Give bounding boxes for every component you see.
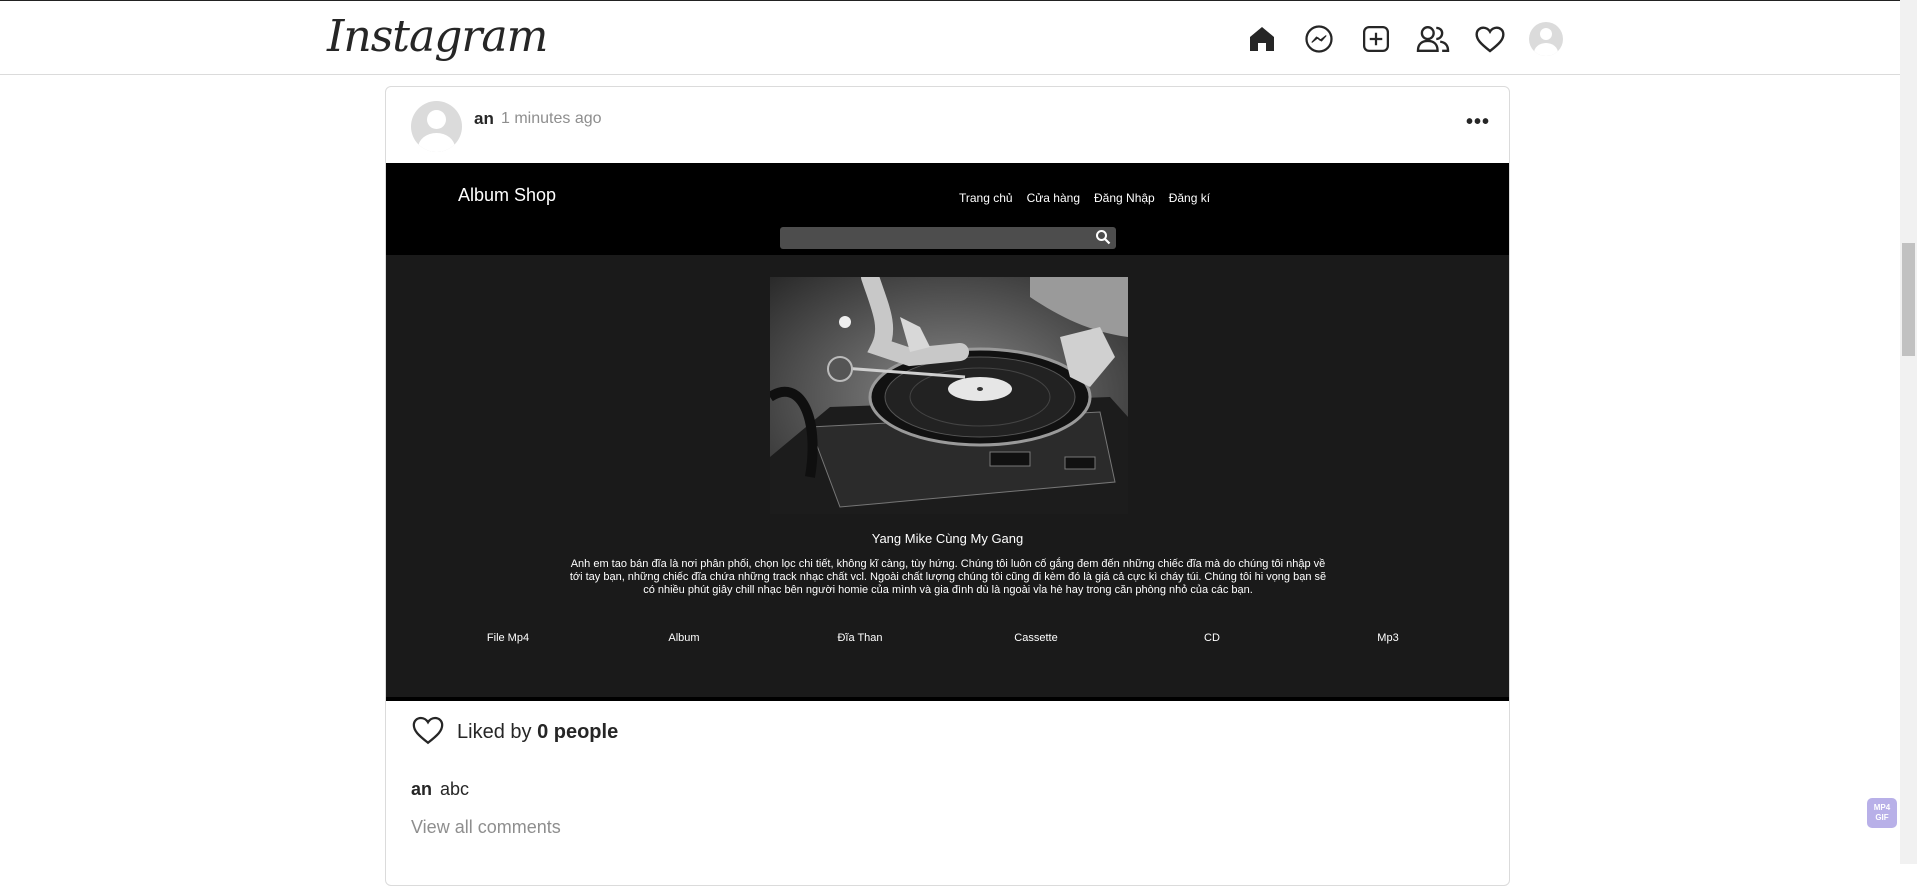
- shop-header: Album Shop Trang chủ Cửa hàng Đăng Nhập …: [386, 165, 1509, 255]
- nav-icons: [1244, 21, 1563, 56]
- instagram-logo[interactable]: Instagram: [327, 11, 548, 62]
- messenger-icon[interactable]: [1301, 21, 1336, 56]
- category-item: Đĩa Than: [837, 632, 883, 644]
- song-description: Anh em tao bán đĩa là nơi phân phối, chọ…: [569, 558, 1327, 596]
- scrollbar-thumb[interactable]: [1902, 243, 1915, 356]
- likes-text: Liked by 0 people: [457, 721, 618, 744]
- shop-nav-item: Đăng kí: [1168, 191, 1211, 205]
- search-icon: [1095, 229, 1111, 250]
- post-card: an 1 minutes ago ••• Album Shop Trang ch…: [385, 86, 1510, 886]
- shop-nav: Trang chủ Cửa hàng Đăng Nhập Đăng kí: [959, 191, 1210, 205]
- people-icon[interactable]: [1415, 21, 1450, 56]
- post-image[interactable]: Album Shop Trang chủ Cửa hàng Đăng Nhập …: [386, 163, 1509, 701]
- view-all-comments-link[interactable]: View all comments: [411, 817, 561, 838]
- post-time: 1 minutes ago: [501, 110, 602, 127]
- category-item: CD: [1204, 632, 1220, 644]
- heart-icon[interactable]: [1472, 21, 1507, 56]
- mp4-gif-extension-badge[interactable]: MP4 GIF: [1867, 798, 1897, 828]
- page-scrollbar[interactable]: [1900, 0, 1917, 864]
- author-name[interactable]: an: [474, 109, 494, 129]
- likes-count[interactable]: 0 people: [537, 721, 618, 743]
- category-item: File Mp4: [486, 632, 530, 644]
- home-icon[interactable]: [1244, 21, 1279, 56]
- song-title: Yang Mike Cùng My Gang: [871, 531, 1024, 546]
- shop-nav-item: Cửa hàng: [1026, 191, 1080, 205]
- more-options-icon[interactable]: •••: [1466, 111, 1490, 134]
- new-post-icon[interactable]: [1358, 21, 1393, 56]
- likes-prefix: Liked by: [457, 721, 532, 743]
- shop-search-bar: [780, 227, 1116, 249]
- category-item: Cassette: [1014, 632, 1058, 644]
- caption: an abc: [411, 779, 469, 800]
- turntable-photo: [770, 277, 1128, 514]
- profile-avatar[interactable]: [1529, 21, 1563, 56]
- shop-nav-item: Đăng Nhập: [1094, 191, 1155, 205]
- category-item: Mp3: [1377, 632, 1399, 644]
- category-row: File Mp4 Album Đĩa Than Cassette CD Mp3: [458, 632, 1438, 644]
- shop-nav-item: Trang chủ: [959, 191, 1013, 205]
- category-item: Album: [668, 632, 700, 644]
- post-header: an 1 minutes ago •••: [386, 87, 1509, 163]
- like-heart-icon[interactable]: [411, 714, 445, 751]
- author-avatar[interactable]: [411, 101, 462, 152]
- likes-row: Liked by 0 people: [411, 714, 618, 751]
- caption-text: abc: [440, 779, 470, 799]
- shop-brand: Album Shop: [458, 185, 557, 205]
- top-navbar: Instagram: [0, 0, 1900, 75]
- caption-user[interactable]: an: [411, 779, 432, 799]
